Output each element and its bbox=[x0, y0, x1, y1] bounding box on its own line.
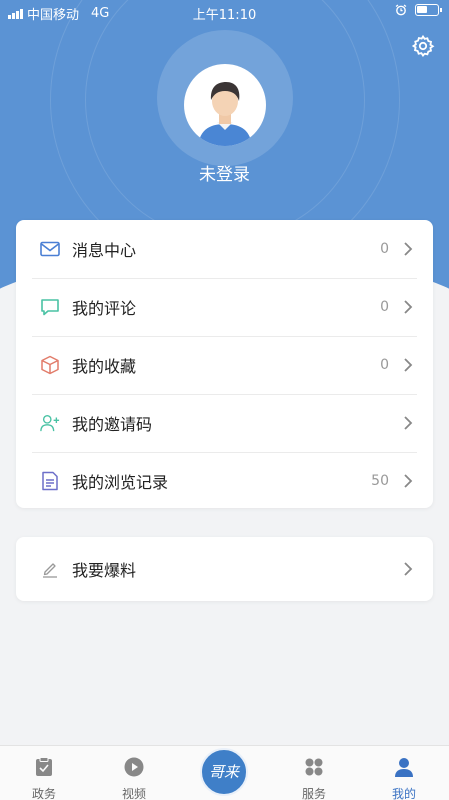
menu-item-label: 我的收藏 bbox=[72, 357, 137, 376]
logo-text: 哥来 bbox=[208, 762, 239, 781]
menu-item-count: 0 bbox=[380, 357, 389, 373]
chevron-right-icon bbox=[404, 358, 413, 372]
status-bar: 中国移动 4G 上午11:10 bbox=[0, 0, 449, 24]
chevron-right-icon bbox=[404, 416, 413, 430]
menu-item-label: 我的浏览记录 bbox=[72, 473, 169, 492]
menu-item-favorites[interactable]: 我的收藏 0 bbox=[16, 336, 433, 394]
center-logo-button[interactable]: 哥来 bbox=[200, 748, 248, 796]
menu-item-count: 50 bbox=[371, 473, 389, 489]
menu-item-comments[interactable]: 我的评论 0 bbox=[16, 278, 433, 336]
menu-item-invite-code[interactable]: 我的邀请码 bbox=[16, 394, 433, 452]
chevron-right-icon bbox=[404, 562, 413, 576]
menu-item-label: 我的评论 bbox=[72, 299, 137, 318]
alarm-icon bbox=[395, 4, 407, 16]
menu-card: 消息中心 0 我的评论 0 我的收藏 0 我的邀请码 我的浏览记录 50 bbox=[16, 220, 433, 508]
grid-icon bbox=[305, 758, 323, 776]
menu-item-report-tip[interactable]: 我要爆料 bbox=[16, 537, 433, 601]
tab-label: 我的 bbox=[391, 787, 416, 800]
chevron-right-icon bbox=[404, 474, 413, 488]
menu-item-label: 我要爆料 bbox=[72, 561, 137, 580]
pencil-icon bbox=[40, 559, 60, 579]
login-status[interactable]: 未登录 bbox=[0, 160, 449, 185]
chevron-right-icon bbox=[404, 242, 413, 256]
report-card: 我要爆料 bbox=[16, 537, 433, 601]
chevron-right-icon bbox=[404, 300, 413, 314]
comment-icon bbox=[40, 297, 60, 317]
person-icon bbox=[395, 758, 413, 777]
menu-item-count: 0 bbox=[380, 299, 389, 315]
menu-item-count: 0 bbox=[380, 241, 389, 257]
clipboard-icon bbox=[36, 757, 52, 776]
mail-icon bbox=[40, 239, 60, 259]
tab-label: 服务 bbox=[301, 787, 326, 800]
battery-icon bbox=[415, 4, 442, 16]
settings-gear-icon[interactable] bbox=[411, 34, 435, 58]
avatar[interactable] bbox=[184, 64, 266, 146]
tab-label: 政务 bbox=[31, 787, 56, 800]
tab-services[interactable]: 服务 bbox=[284, 756, 344, 800]
box-icon bbox=[40, 355, 60, 375]
tab-mine[interactable]: 我的 bbox=[374, 756, 434, 800]
status-time: 上午11:10 bbox=[192, 8, 257, 23]
tab-government[interactable]: 政务 bbox=[14, 756, 74, 800]
document-icon bbox=[40, 471, 60, 491]
tab-label: 视频 bbox=[121, 787, 146, 800]
menu-item-label: 我的邀请码 bbox=[72, 415, 153, 434]
play-icon bbox=[124, 757, 144, 777]
add-user-icon bbox=[40, 413, 60, 433]
menu-item-history[interactable]: 我的浏览记录 50 bbox=[16, 452, 433, 510]
tab-video[interactable]: 视频 bbox=[104, 756, 164, 800]
menu-item-label: 消息中心 bbox=[72, 241, 137, 260]
menu-item-messages[interactable]: 消息中心 0 bbox=[16, 220, 433, 278]
default-avatar-icon bbox=[198, 82, 252, 146]
